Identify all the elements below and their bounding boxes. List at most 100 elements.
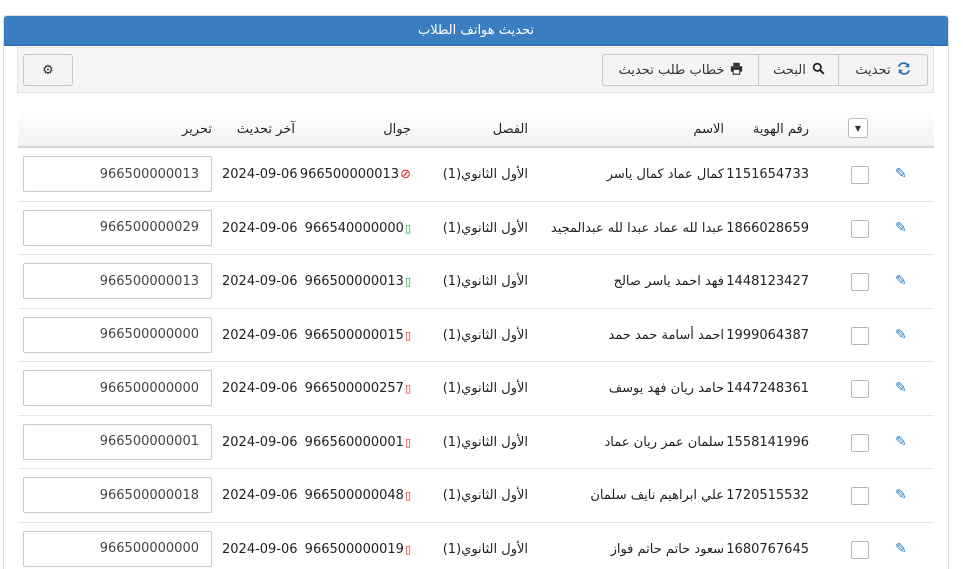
search-icon: [812, 62, 825, 79]
student-mobile: 966500000048 ▯: [305, 488, 411, 503]
student-class: الأول الثانوي(1): [442, 327, 528, 343]
edit-icon[interactable]: ✎: [895, 327, 907, 343]
phone-status-icon: ▯: [404, 489, 411, 502]
table-row: ✎ 1720515532 علي ابراهيم نايف سلمان الأو…: [18, 469, 934, 523]
last-update-date: 2024-09-06: [222, 220, 298, 236]
edit-mobile-input[interactable]: [23, 316, 212, 353]
mobile-number: 966500000013: [304, 274, 404, 289]
student-class: الأول الثانوي(1): [442, 434, 528, 450]
mobile-number: 966500000019: [304, 541, 404, 557]
student-name: علي ابراهيم نايف سلمان: [590, 488, 724, 503]
table-row: ✎ 1558141996 سلمان عمر ريان عماد الأول ا…: [18, 416, 934, 469]
phone-status-icon: ▯: [404, 435, 411, 449]
student-name: كمال عماد كمال ياسر: [606, 167, 724, 182]
student-id: 1720515532: [726, 488, 809, 503]
search-button[interactable]: البحث: [758, 54, 839, 86]
table-header: ▼ رقم الهوية الاسم الفصل جوال آخر تحديث …: [18, 108, 934, 148]
refresh-button-label: تحديث: [855, 62, 891, 78]
edit-icon[interactable]: ✎: [895, 220, 907, 236]
header-edit: تحرير: [182, 122, 212, 137]
edit-mobile-input[interactable]: [23, 156, 212, 192]
letter-button-label: خطاب طلب تحديث: [618, 62, 725, 78]
update-request-letter-button[interactable]: خطاب طلب تحديث: [602, 54, 759, 86]
table-row: ✎ 1151654733 كمال عماد كمال ياسر الأول ا…: [18, 148, 934, 202]
student-name: احمد أسامة حمد حمد: [608, 327, 724, 343]
toolbar: ⚙ خطاب طلب تحديث البحث تحديث: [17, 47, 934, 93]
row-checkbox[interactable]: [851, 219, 869, 238]
edit-icon[interactable]: ✎: [895, 273, 907, 289]
edit-mobile-input[interactable]: [23, 263, 212, 299]
settings-button[interactable]: ⚙: [23, 54, 73, 86]
student-id: 1866028659: [726, 220, 809, 236]
student-class: الأول الثانوي(1): [442, 488, 528, 503]
student-name: سعود حاتم حاتم فواز: [610, 541, 724, 557]
student-name: سلمان عمر ريان عماد: [604, 434, 725, 450]
students-table-body: ✎ 1151654733 كمال عماد كمال ياسر الأول ا…: [18, 148, 934, 569]
header-id: رقم الهوية: [752, 122, 809, 137]
phone-status-icon: ▯: [404, 221, 411, 235]
student-mobile: 966500000019 ▯: [305, 542, 411, 557]
student-id: 1448123427: [726, 274, 809, 289]
edit-icon[interactable]: ✎: [895, 541, 907, 557]
edit-mobile-input[interactable]: [23, 209, 212, 246]
table-row: ✎ 1680767645 سعود حاتم حاتم فواز الأول ا…: [18, 523, 934, 569]
mobile-number: 966500000257: [304, 381, 404, 396]
student-id: 1447248361: [726, 381, 809, 396]
row-checkbox[interactable]: [851, 540, 869, 559]
row-checkbox[interactable]: [851, 273, 869, 291]
header-mobile: جوال: [383, 122, 411, 137]
edit-icon[interactable]: ✎: [895, 166, 907, 182]
student-mobile: 966540000000 ▯: [305, 221, 411, 236]
student-id: 1558141996: [726, 434, 809, 450]
panel-title: تحديث هواتف الطلاب: [4, 16, 948, 46]
student-mobile: 966560000001 ▯: [305, 435, 411, 450]
student-mobile: 966500000013 ▯: [305, 274, 411, 289]
table-row: ✎ 1447248361 حامد ريان فهد يوسف الأول ال…: [18, 362, 934, 416]
student-id: 1680767645: [726, 541, 809, 557]
gear-icon: ⚙: [42, 62, 54, 78]
edit-icon[interactable]: ✎: [895, 487, 907, 503]
mobile-number: 966500000013: [299, 167, 400, 182]
student-class: الأول الثانوي(1): [442, 167, 528, 182]
refresh-button[interactable]: تحديث: [838, 54, 928, 86]
student-mobile: 966500000257 ▯: [305, 381, 411, 396]
student-id: 1151654733: [726, 167, 809, 182]
row-checkbox[interactable]: [851, 166, 869, 184]
table-row: ✎ 1866028659 عبدا لله عماد عبدا لله عبدا…: [18, 202, 934, 255]
student-class: الأول الثانوي(1): [442, 274, 528, 289]
last-update-date: 2024-09-06: [222, 167, 298, 182]
select-all-dropdown[interactable]: ▼: [848, 118, 868, 138]
caret-down-icon: ▼: [854, 123, 862, 133]
edit-mobile-input[interactable]: [23, 423, 212, 460]
mobile-number: 966540000000: [304, 220, 404, 236]
edit-icon[interactable]: ✎: [895, 434, 907, 450]
student-name: حامد ريان فهد يوسف: [608, 381, 724, 396]
last-update-date: 2024-09-06: [222, 434, 298, 450]
student-mobile: 966500000013 ⊘: [300, 167, 411, 182]
row-checkbox[interactable]: [851, 433, 869, 452]
edit-mobile-input[interactable]: [23, 370, 212, 406]
student-class: الأول الثانوي(1): [442, 220, 528, 236]
table-row: ✎ 1999064387 احمد أسامة حمد حمد الأول ال…: [18, 309, 934, 362]
row-checkbox[interactable]: [851, 326, 869, 345]
row-checkbox[interactable]: [851, 487, 869, 505]
phone-status-icon: ▯: [404, 328, 411, 342]
table-row: ✎ 1448123427 فهد احمد ياسر صالح الأول ال…: [18, 255, 934, 309]
header-name: الاسم: [693, 122, 724, 137]
refresh-icon: [897, 61, 911, 79]
header-class: الفصل: [492, 122, 528, 137]
student-name: فهد احمد ياسر صالح: [613, 274, 724, 289]
edit-mobile-input[interactable]: [23, 477, 212, 513]
phone-status-icon: ▯: [404, 382, 411, 395]
print-icon: [730, 62, 743, 79]
student-class: الأول الثانوي(1): [442, 381, 528, 396]
student-class: الأول الثانوي(1): [442, 541, 528, 557]
last-update-date: 2024-09-06: [222, 274, 298, 289]
row-checkbox[interactable]: [851, 380, 869, 398]
mobile-number: 966560000001: [304, 434, 404, 450]
last-update-date: 2024-09-06: [222, 327, 298, 343]
phone-status-icon: ▯: [404, 542, 411, 556]
mobile-number: 966500000015: [304, 327, 404, 343]
edit-mobile-input[interactable]: [23, 530, 212, 567]
edit-icon[interactable]: ✎: [895, 380, 907, 396]
